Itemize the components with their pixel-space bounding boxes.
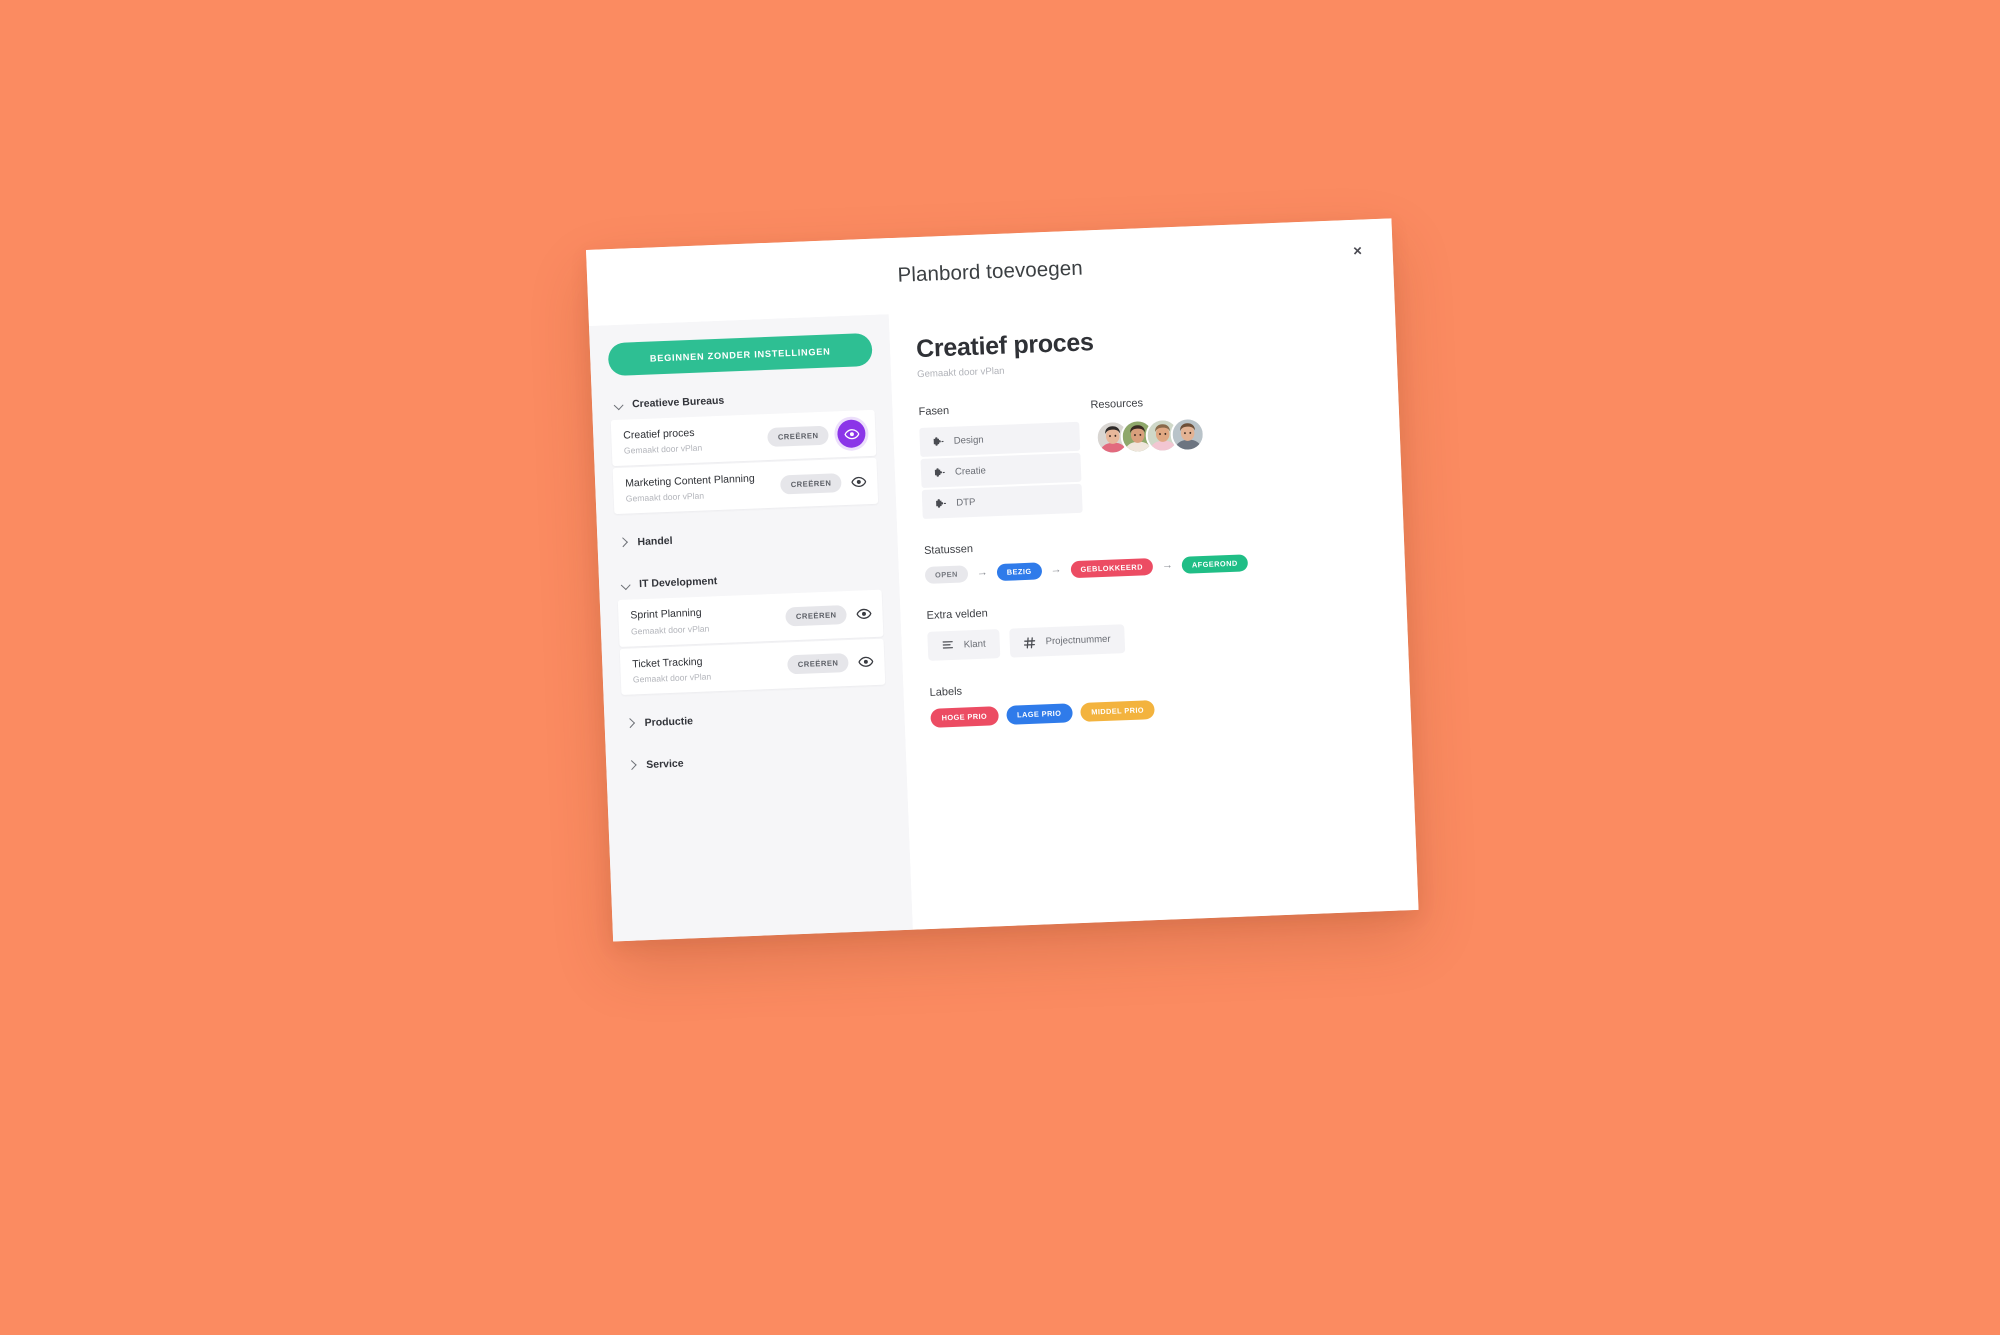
arrow-right-icon: →: [1050, 563, 1062, 577]
fasen-label: Fasen: [918, 404, 950, 419]
sidebar-group: Handel: [615, 520, 880, 556]
chevron-down-icon: [614, 400, 624, 410]
status-badge[interactable]: BEZIG: [996, 562, 1042, 582]
sidebar-group-header[interactable]: Handel: [615, 520, 880, 556]
labels-section: Labels HOGE PRIO LAGE PRIO MIDDEL PRIO: [929, 669, 1384, 728]
sidebar-card-list: Creatief proces Gemaakt door vPlan CREËREN…: [610, 409, 879, 515]
labels-list: HOGE PRIO LAGE PRIO MIDDEL PRIO: [930, 691, 1384, 728]
arrow-right-icon: →: [1161, 559, 1174, 572]
hash-icon: [1023, 636, 1036, 648]
chevron-right-icon: [626, 718, 636, 728]
extra-veld-item[interactable]: Klant: [927, 629, 1001, 661]
status-badge[interactable]: OPEN: [924, 565, 969, 584]
sidebar-group-label: Handel: [637, 535, 673, 549]
puzzle-piece-icon: [932, 436, 944, 448]
extra-veld-label: Klant: [963, 638, 986, 651]
chevron-right-icon: [619, 538, 629, 548]
detail-title: Creatief proces: [915, 328, 1095, 364]
resources-label: Resources: [1090, 397, 1144, 412]
resources-avatars: [1091, 416, 1206, 456]
statussen-section: Statussen OPEN → BEZIG → GEBLOKKEERD → AFGERON…: [924, 527, 1379, 584]
template-card[interactable]: Sprint Planning Gemaakt door vPlan CREËREN: [617, 590, 884, 647]
template-card-text: Ticket Tracking Gemaakt door vPlan: [632, 651, 788, 685]
fase-item[interactable]: Creatie: [920, 452, 1082, 489]
extra-velden-list: Klant Projectnummer: [927, 614, 1382, 661]
fase-label: DTP: [956, 496, 976, 509]
label-badge[interactable]: HOGE PRIO: [930, 706, 999, 728]
template-card-text: Marketing Content Planning Gemaakt door v…: [625, 471, 781, 505]
chevron-right-icon: [628, 760, 638, 770]
puzzle-piece-icon: [934, 498, 946, 510]
close-icon[interactable]: ×: [1346, 239, 1369, 262]
template-card[interactable]: Ticket Tracking Gemaakt door vPlan CREËREN: [619, 638, 886, 695]
template-sidebar: BEGINNEN ZONDER INSTELLINGEN Creatieve B…: [588, 314, 913, 942]
create-button[interactable]: CREËREN: [767, 425, 829, 447]
extra-velden-section: Extra velden Klant Projectnummer: [926, 592, 1382, 661]
detail-header: Creatief proces Gemaakt door vPlan: [916, 317, 1371, 380]
fasen-resources-row: Fasen Design Creatie DTP Resources: [918, 388, 1376, 519]
label-badge[interactable]: LAGE PRIO: [1005, 703, 1073, 725]
sidebar-group-label: Creatieve Bureaus: [631, 394, 725, 411]
template-card-text: Creatief proces Gemaakt door vPlan: [623, 423, 768, 457]
sidebar-group: IT Development Sprint Planning Gemaakt doo…: [617, 562, 886, 695]
chevron-down-icon: [621, 580, 631, 590]
sidebar-group-label: Productie: [644, 714, 694, 729]
start-without-settings-button[interactable]: BEGINNEN ZONDER INSTELLINGEN: [607, 332, 873, 377]
template-card-text: Sprint Planning Gemaakt door vPlan: [630, 603, 786, 637]
resources-section: Resources: [1090, 395, 1207, 512]
preview-eye-icon[interactable]: [855, 605, 873, 623]
template-card[interactable]: Marketing Content Planning Gemaakt door v…: [612, 457, 879, 515]
template-group-list: Creatieve Bureaus Creatief proces Gemaakt …: [610, 382, 889, 779]
fasen-list: Design Creatie DTP: [919, 421, 1083, 519]
page-title: Planbord toevoegen: [897, 256, 1084, 287]
status-badge[interactable]: AFGEROND: [1181, 554, 1249, 574]
preview-eye-icon[interactable]: [850, 473, 868, 491]
add-planboard-modal: Planbord toevoegen × BEGINNEN ZONDER INS…: [586, 218, 1419, 942]
sidebar-group: Creatieve Bureaus Creatief proces Gemaakt …: [610, 382, 879, 515]
fase-label: Creatie: [954, 465, 987, 478]
avatar[interactable]: [1170, 416, 1206, 453]
fase-label: Design: [953, 434, 984, 447]
fase-item[interactable]: Design: [919, 421, 1081, 458]
preview-eye-icon[interactable]: [857, 653, 875, 671]
extra-veld-label: Projectnummer: [1045, 633, 1111, 648]
modal-body: BEGINNEN ZONDER INSTELLINGEN Creatieve B…: [588, 294, 1419, 942]
text-lines-icon: [942, 640, 954, 651]
sidebar-group: Service: [624, 742, 889, 778]
sidebar-group-header[interactable]: Productie: [622, 700, 887, 736]
statussen-flow: OPEN → BEZIG → GEBLOKKEERD → AFGEROND: [924, 549, 1379, 584]
page-background: Planbord toevoegen × BEGINNEN ZONDER INS…: [0, 0, 2000, 1335]
create-button[interactable]: CREËREN: [785, 605, 847, 627]
sidebar-group-header[interactable]: Service: [624, 742, 889, 778]
create-button[interactable]: CREËREN: [780, 472, 842, 495]
preview-eye-icon[interactable]: [836, 419, 866, 449]
sidebar-group-label: Service: [646, 757, 684, 771]
extra-veld-item[interactable]: Projectnummer: [1009, 624, 1126, 658]
puzzle-piece-icon: [933, 467, 945, 479]
create-button[interactable]: CREËREN: [787, 653, 849, 675]
sidebar-card-list: Sprint Planning Gemaakt door vPlan CREËREN…: [617, 590, 886, 695]
detail-subtitle: Gemaakt door vPlan: [916, 365, 1005, 381]
fasen-section: Fasen Design Creatie DTP: [918, 400, 1083, 519]
template-card[interactable]: Creatief proces Gemaakt door vPlan CREËREN: [610, 409, 877, 467]
arrow-right-icon: →: [976, 566, 988, 579]
status-badge[interactable]: GEBLOKKEERD: [1070, 557, 1154, 579]
fase-item[interactable]: DTP: [921, 483, 1083, 519]
sidebar-group: Productie: [622, 700, 887, 736]
template-detail-panel: Creatief proces Gemaakt door vPlan Fasen…: [888, 294, 1419, 930]
sidebar-group-label: IT Development: [638, 575, 718, 591]
label-badge[interactable]: MIDDEL PRIO: [1079, 700, 1156, 722]
